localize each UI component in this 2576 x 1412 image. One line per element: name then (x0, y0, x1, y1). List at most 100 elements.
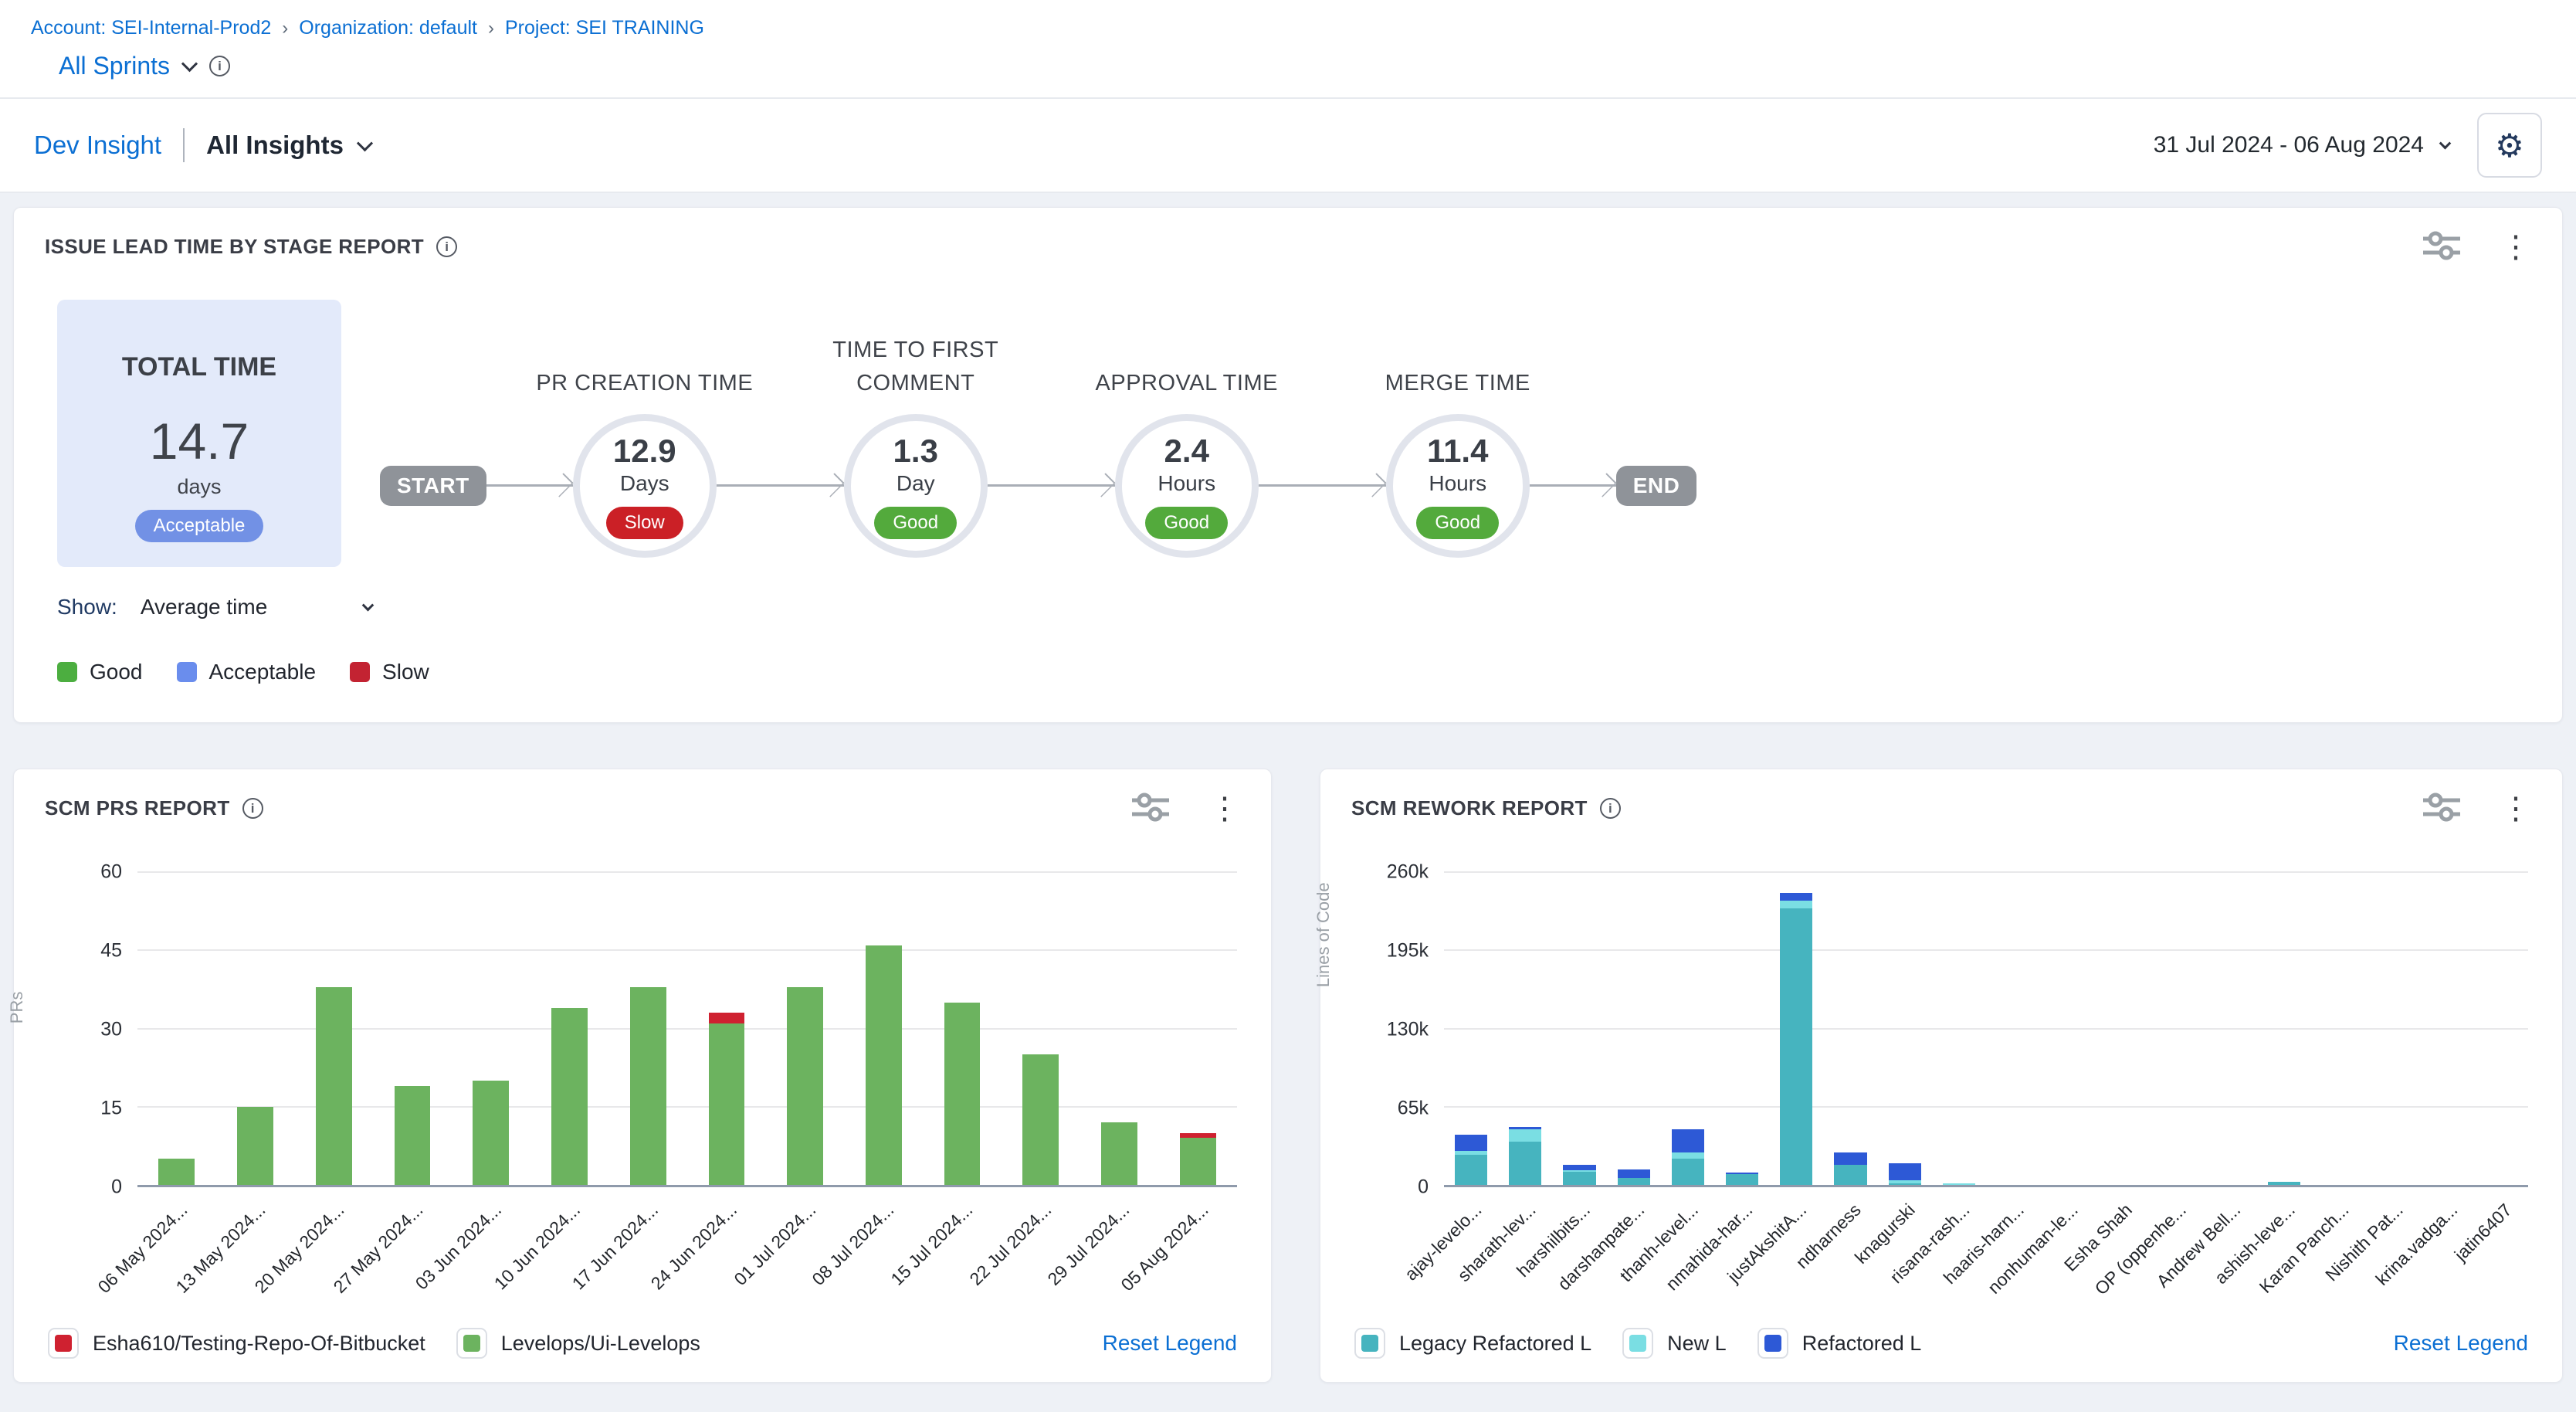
bar[interactable] (1943, 872, 1975, 1185)
total-time-card: TOTAL TIME 14.7 days Acceptable (57, 300, 341, 567)
stage-unit: Day (897, 471, 935, 496)
bar[interactable] (316, 872, 352, 1185)
dashboard: ISSUE LEAD TIME BY STAGE REPORT i ⋮ TOTA… (0, 193, 2576, 1383)
info-icon[interactable]: i (436, 236, 457, 257)
legend-item[interactable]: New L (1622, 1328, 1727, 1359)
start-node: START (380, 466, 486, 506)
bar-slot (1607, 872, 1661, 1185)
breadcrumb-project[interactable]: Project: SEI TRAINING (505, 17, 704, 39)
bar[interactable] (630, 872, 666, 1185)
bar[interactable] (1618, 872, 1650, 1185)
x-axis-labels: 06 May 2024...13 May 2024...20 May 2024.… (137, 1187, 1271, 1309)
info-icon[interactable]: i (242, 798, 263, 819)
bar-slot (530, 872, 609, 1185)
bar[interactable] (1101, 872, 1137, 1185)
bar[interactable] (237, 872, 273, 1185)
bar[interactable] (158, 872, 195, 1185)
y-tick: 15 (100, 1098, 122, 1120)
reset-legend-link[interactable]: Reset Legend (1103, 1331, 1237, 1356)
kebab-menu-icon[interactable]: ⋮ (2500, 793, 2531, 824)
bar[interactable] (395, 872, 431, 1185)
bar[interactable] (1726, 872, 1758, 1185)
bar[interactable] (1997, 872, 2029, 1185)
breadcrumb-account[interactable]: Account: SEI-Internal-Prod2 (31, 17, 271, 39)
bar[interactable] (2214, 872, 2246, 1185)
legend-item[interactable]: Esha610/Testing-Repo-Of-Bitbucket (48, 1328, 425, 1359)
bar[interactable] (1834, 872, 1866, 1185)
bar[interactable] (1509, 872, 1541, 1185)
stage-pr-creation[interactable]: PR CREATION TIME 12.9 Days Slow (573, 414, 717, 558)
date-range-picker[interactable]: 31 Jul 2024 - 06 Aug 2024 (2154, 132, 2449, 158)
show-dropdown[interactable]: Average time (141, 595, 372, 619)
bar[interactable] (2268, 872, 2300, 1185)
legend-item[interactable]: Legacy Refactored L (1354, 1328, 1591, 1359)
bar-segment (1563, 1172, 1595, 1185)
total-time-title: TOTAL TIME (57, 352, 341, 382)
plot-area (137, 872, 1237, 1187)
sprint-selector[interactable]: All Sprints (59, 52, 170, 80)
bar[interactable] (1672, 872, 1704, 1185)
bar[interactable] (2160, 872, 2192, 1185)
stage-merge[interactable]: MERGE TIME 11.4 Hours Good (1386, 414, 1530, 558)
bar[interactable] (551, 872, 588, 1185)
breadcrumb-organization[interactable]: Organization: default (299, 17, 477, 39)
chevron-down-icon (357, 135, 373, 151)
bar[interactable] (1022, 872, 1059, 1185)
info-icon[interactable]: i (1600, 798, 1621, 819)
flow-arrow (717, 484, 844, 487)
bar-slot (1498, 872, 1552, 1185)
legend-label: Legacy Refactored L (1399, 1332, 1591, 1356)
legend-swatch (177, 662, 197, 682)
bar-slot (2094, 872, 2148, 1185)
bar[interactable] (2322, 872, 2354, 1185)
bar-segment (709, 1023, 745, 1185)
bar[interactable] (1455, 872, 1487, 1185)
bar-slot (1986, 872, 2040, 1185)
issue-lead-time-panel: ISSUE LEAD TIME BY STAGE REPORT i ⋮ TOTA… (13, 207, 2563, 723)
bar-segment (866, 945, 902, 1185)
breadcrumb-separator: › (488, 18, 494, 39)
bar-segment (2268, 1182, 2300, 1185)
bar[interactable] (2105, 872, 2137, 1185)
dev-insight-link[interactable]: Dev Insight (34, 131, 161, 160)
top-header: Account: SEI-Internal-Prod2 › Organizati… (0, 0, 2576, 99)
bar[interactable] (2431, 872, 2463, 1185)
legend-item[interactable]: Refactored L (1757, 1328, 1922, 1359)
bar-slot (1444, 872, 1498, 1185)
bar[interactable] (2485, 872, 2517, 1185)
bar[interactable] (1563, 872, 1595, 1185)
chevron-down-icon[interactable] (181, 56, 198, 72)
reset-legend-link[interactable]: Reset Legend (2394, 1331, 2528, 1356)
legend-item-good[interactable]: Good (57, 660, 143, 684)
bar[interactable] (2051, 872, 2083, 1185)
bar-segment (316, 987, 352, 1186)
bar[interactable] (944, 872, 981, 1185)
info-icon[interactable]: i (209, 56, 230, 76)
bar-segment (473, 1081, 509, 1185)
legend-item-slow[interactable]: Slow (350, 660, 429, 684)
insights-dropdown[interactable]: All Insights (206, 131, 371, 160)
settings-button[interactable]: ⚙ (2477, 113, 2542, 178)
bar[interactable] (1889, 872, 1921, 1185)
filter-sliders-icon[interactable] (2423, 791, 2460, 826)
legend-item-acceptable[interactable]: Acceptable (177, 660, 317, 684)
bar[interactable] (1780, 872, 1812, 1185)
bar-segment (1455, 1155, 1487, 1185)
filter-sliders-icon[interactable] (1132, 791, 1169, 826)
panel-title: ISSUE LEAD TIME BY STAGE REPORT (45, 235, 424, 259)
x-tick: jatin6407 (2474, 1187, 2528, 1309)
stage-first-comment[interactable]: TIME TO FIRST COMMENT 1.3 Day Good (844, 414, 988, 558)
filter-sliders-icon[interactable] (2423, 229, 2460, 264)
bar-segment (1618, 1178, 1650, 1185)
bar[interactable] (787, 872, 823, 1185)
bar[interactable] (866, 872, 902, 1185)
legend-item[interactable]: Levelops/Ui-Levelops (456, 1328, 700, 1359)
stage-approval[interactable]: APPROVAL TIME 2.4 Hours Good (1115, 414, 1259, 558)
kebab-menu-icon[interactable]: ⋮ (1209, 793, 1240, 824)
bar[interactable] (473, 872, 509, 1185)
kebab-menu-icon[interactable]: ⋮ (2500, 232, 2531, 263)
bar[interactable] (1180, 872, 1216, 1185)
bar[interactable] (2377, 872, 2409, 1185)
bar[interactable] (709, 872, 745, 1185)
bar-slot (1715, 872, 1769, 1185)
